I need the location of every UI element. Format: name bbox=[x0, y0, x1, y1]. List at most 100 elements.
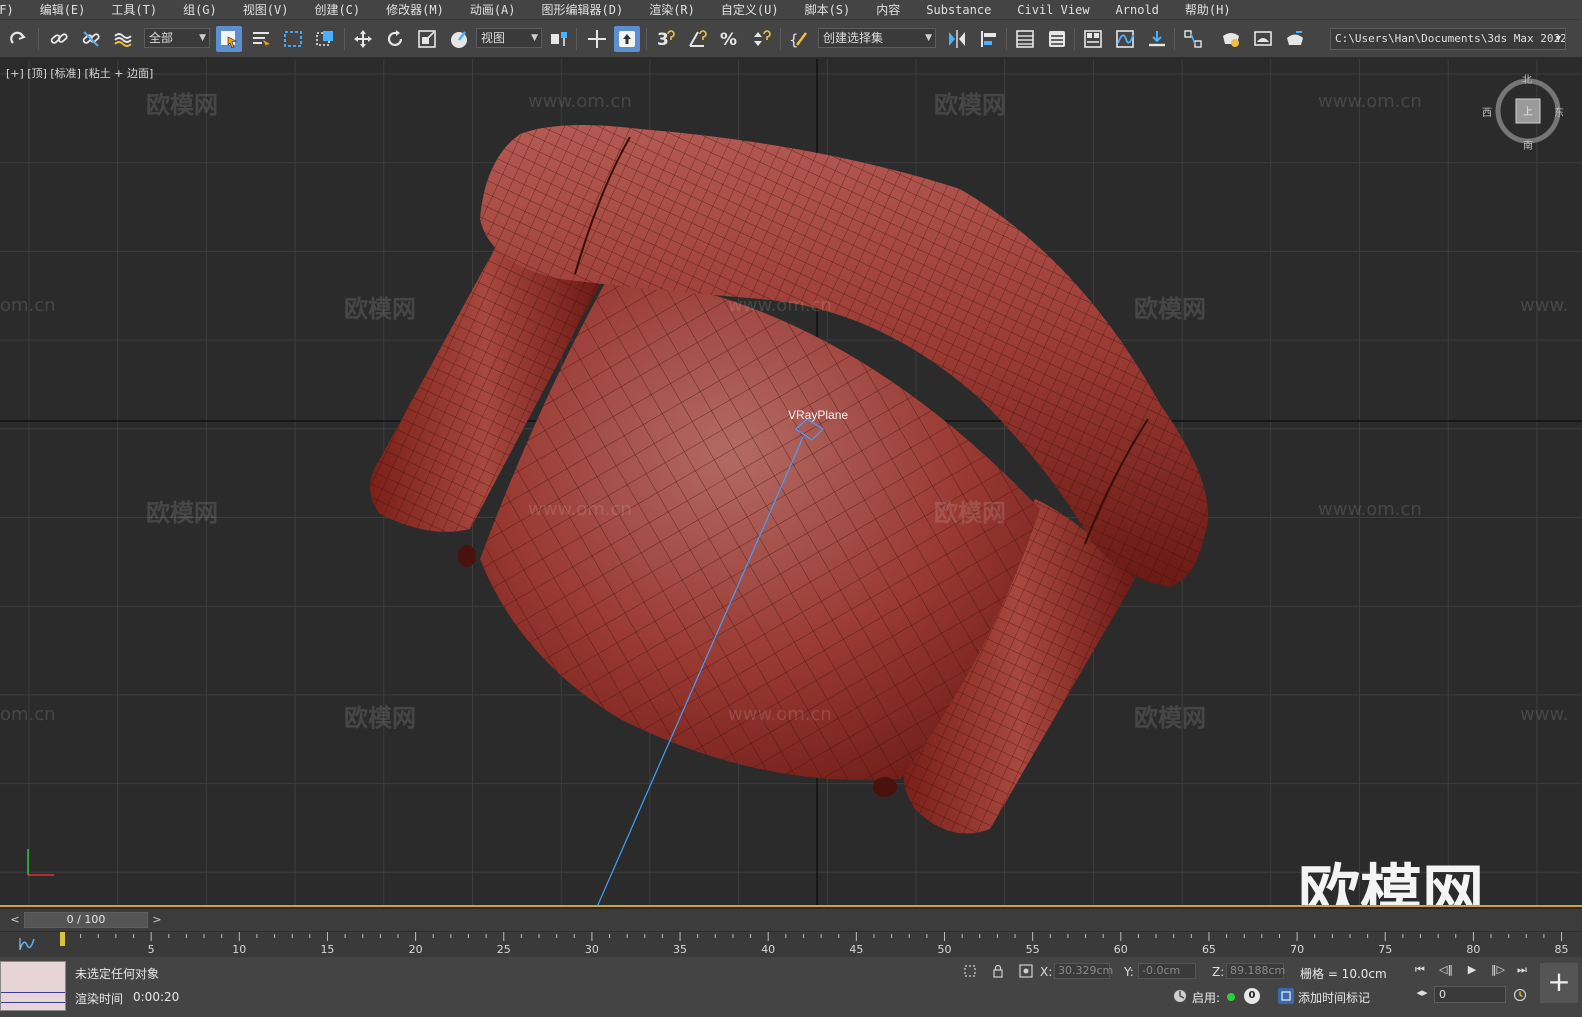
project-path-dropdown[interactable]: C:\Users\Han\Documents\3ds Max 2022 ▼ bbox=[1330, 28, 1566, 50]
adaptive-degradation-icon[interactable] bbox=[1172, 988, 1188, 1004]
menu-item[interactable]: 编辑(E) bbox=[27, 0, 99, 20]
absolute-mode-transform-icon[interactable] bbox=[1018, 963, 1034, 979]
edit-named-selection-icon[interactable]: { bbox=[786, 26, 812, 52]
watermark: www.om.cn bbox=[1318, 499, 1422, 520]
play-icon[interactable]: ▶ bbox=[1462, 962, 1482, 978]
rendered-frame-window-icon[interactable] bbox=[1250, 26, 1276, 52]
prev-frame-icon[interactable]: < bbox=[8, 912, 22, 928]
isolate-selection-icon[interactable] bbox=[962, 963, 978, 979]
scene-explorer-icon[interactable] bbox=[1012, 26, 1038, 52]
current-frame-marker[interactable] bbox=[60, 932, 65, 946]
viewport-navigation-plus-button[interactable]: + bbox=[1540, 963, 1578, 1003]
menu-item[interactable]: 视图(V) bbox=[230, 0, 302, 20]
select-manipulate-icon[interactable] bbox=[584, 26, 610, 52]
mini-curve-editor-icon[interactable] bbox=[18, 936, 36, 952]
layer-explorer-icon[interactable] bbox=[1044, 26, 1070, 52]
viewcube-east[interactable]: 东 bbox=[1554, 104, 1564, 119]
toggle-ribbon-icon[interactable] bbox=[1080, 26, 1106, 52]
track-bar[interactable]: 5 10 15 20 25 30 35 40 45 50 55 60 65 70 75 80 85 bbox=[0, 931, 1582, 957]
main-toolbar: 全部 ▼ 视图 ▼ 3 % {创建选择集 ▼ C:\Users\Han\Doc… bbox=[0, 20, 1582, 58]
bind-spacewarp-icon[interactable] bbox=[110, 26, 136, 52]
timeline-tick-label: 10 bbox=[232, 943, 246, 956]
watermark: www.om.cn bbox=[528, 91, 632, 112]
current-frame-field[interactable]: 0 bbox=[1434, 986, 1506, 1003]
menu-item[interactable]: 自定义(U) bbox=[708, 0, 792, 20]
mirror-icon[interactable] bbox=[944, 26, 970, 52]
snaps-toggle-icon[interactable]: 3 bbox=[652, 26, 678, 52]
viewcube-north[interactable]: 北 bbox=[1522, 71, 1532, 86]
scale-icon[interactable] bbox=[414, 26, 440, 52]
viewcube-south[interactable]: 南 bbox=[1523, 137, 1533, 152]
lock-icon[interactable] bbox=[990, 963, 1006, 979]
menu-item[interactable]: 内容 bbox=[863, 0, 913, 20]
link-icon[interactable] bbox=[46, 26, 72, 52]
watermark: www.om.cn bbox=[728, 704, 832, 725]
percent-snap-icon[interactable]: % bbox=[716, 26, 742, 52]
schematic-view-icon[interactable] bbox=[1144, 26, 1170, 52]
curve-editor-icon[interactable] bbox=[1112, 26, 1138, 52]
keyboard-shortcut-override-icon[interactable] bbox=[614, 26, 640, 52]
reference-coordinate-dropdown[interactable]: 视图 ▼ bbox=[476, 28, 542, 48]
previous-frame-icon[interactable]: ◁‖ bbox=[1436, 962, 1456, 978]
menu-item[interactable]: Civil View bbox=[1004, 0, 1102, 20]
menu-item[interactable]: Substance bbox=[913, 0, 1004, 20]
redo-icon[interactable] bbox=[6, 26, 32, 52]
watermark: 欧模网 bbox=[146, 499, 218, 527]
named-selection-dropdown[interactable]: 创建选择集 ▼ bbox=[818, 28, 936, 48]
viewport-top[interactable]: [+] [顶] [标准] [粘土 + 边面] 欧模网 www.om.cn 欧模网… bbox=[0, 59, 1582, 907]
place-icon[interactable] bbox=[446, 26, 472, 52]
timeline-tick-label: 25 bbox=[497, 943, 511, 956]
render-production-icon[interactable] bbox=[1282, 26, 1308, 52]
time-tag-icon[interactable] bbox=[1278, 988, 1294, 1004]
y-coordinate-field[interactable]: -0.0cm bbox=[1138, 963, 1196, 979]
viewcube-face-top[interactable]: 上 bbox=[1523, 103, 1533, 118]
menu-item[interactable]: (F) bbox=[0, 0, 27, 20]
menu-item[interactable]: 脚本(S) bbox=[792, 0, 864, 20]
menu-item[interactable]: Arnold bbox=[1103, 0, 1172, 20]
select-by-name-icon[interactable] bbox=[248, 26, 274, 52]
time-slider-thumb[interactable]: 0 / 100 bbox=[24, 912, 148, 928]
z-coordinate-field[interactable]: 89.188cm bbox=[1226, 963, 1285, 979]
watermark: www.om.cn bbox=[1318, 91, 1422, 112]
menu-item[interactable]: 修改器(M) bbox=[373, 0, 457, 20]
watermark: www. bbox=[1520, 704, 1569, 725]
key-mode-toggle-icon[interactable]: ◂▸ bbox=[1412, 985, 1432, 1001]
watermark: 欧模网 bbox=[344, 704, 416, 732]
viewcube[interactable]: 北 南 西 东 上 bbox=[1482, 75, 1564, 152]
menu-item[interactable]: 工具(T) bbox=[98, 0, 170, 20]
x-coordinate-field[interactable]: 30.329cm bbox=[1054, 963, 1113, 979]
next-frame-button-icon[interactable]: ‖▷ bbox=[1488, 962, 1508, 978]
enable-count-badge: 0 bbox=[1244, 988, 1260, 1004]
angle-snap-icon[interactable] bbox=[684, 26, 710, 52]
selection-filter-dropdown[interactable]: 全部 ▼ bbox=[144, 28, 210, 48]
watermark: 欧模网 bbox=[934, 91, 1006, 119]
select-object-icon[interactable] bbox=[216, 26, 242, 52]
next-frame-icon[interactable]: > bbox=[150, 912, 164, 928]
move-icon[interactable] bbox=[350, 26, 376, 52]
go-to-start-icon[interactable]: ⏮ bbox=[1410, 962, 1430, 978]
rectangular-selection-icon[interactable] bbox=[280, 26, 306, 52]
material-editor-icon[interactable] bbox=[1180, 26, 1206, 52]
viewcube-west[interactable]: 西 bbox=[1482, 104, 1492, 119]
window-crossing-icon[interactable] bbox=[312, 26, 338, 52]
align-icon[interactable] bbox=[976, 26, 1002, 52]
menu-item[interactable]: 动画(A) bbox=[457, 0, 529, 20]
render-setup-icon[interactable] bbox=[1218, 26, 1244, 52]
pivot-center-icon[interactable] bbox=[546, 26, 572, 52]
unlink-icon[interactable] bbox=[78, 26, 104, 52]
menu-item[interactable]: 组(G) bbox=[170, 0, 230, 20]
menu-item[interactable]: 图形编辑器(D) bbox=[529, 0, 637, 20]
add-time-tag-label[interactable]: 添加时间标记 bbox=[1298, 989, 1370, 1006]
viewport-label[interactable]: [+] [顶] [标准] [粘土 + 边面] bbox=[6, 65, 153, 81]
watermark: om.cn bbox=[0, 295, 56, 316]
menu-item[interactable]: 帮助(H) bbox=[1172, 0, 1244, 20]
spinner-snap-icon[interactable] bbox=[748, 26, 774, 52]
menu-item[interactable]: 创建(C) bbox=[301, 0, 373, 20]
go-to-end-icon[interactable]: ⏭ bbox=[1512, 962, 1532, 978]
menu-item[interactable]: 渲染(R) bbox=[636, 0, 708, 20]
timeline-tick-label: 75 bbox=[1378, 943, 1392, 956]
enable-status-dot[interactable] bbox=[1227, 993, 1235, 1001]
time-configuration-icon[interactable] bbox=[1512, 987, 1528, 1003]
rotate-icon[interactable] bbox=[382, 26, 408, 52]
maxscript-listener-preview[interactable] bbox=[0, 961, 66, 1011]
